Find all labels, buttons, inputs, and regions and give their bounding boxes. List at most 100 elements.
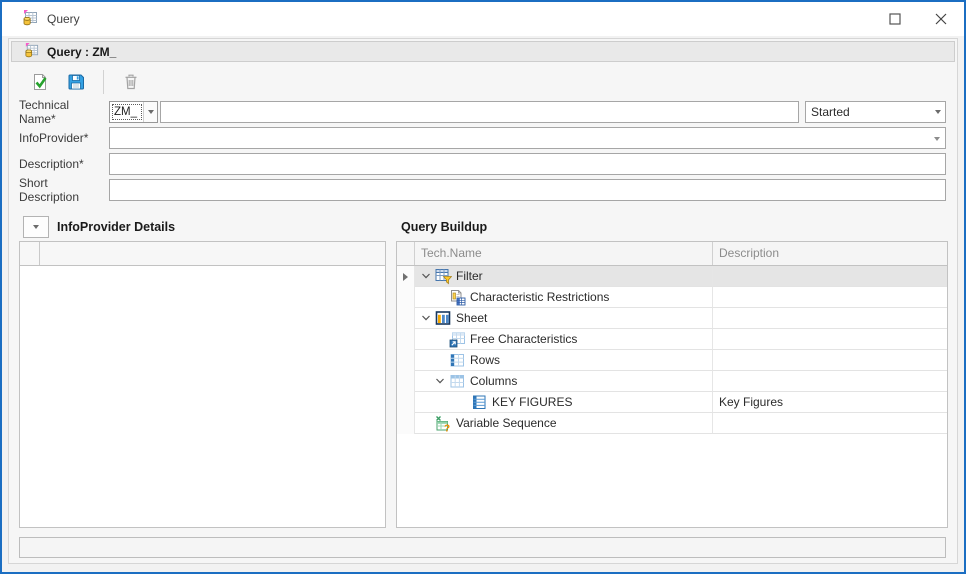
validate-check-icon bbox=[31, 73, 49, 91]
row-indicator bbox=[397, 392, 415, 413]
row-indicator-column bbox=[397, 242, 415, 265]
filter-icon bbox=[435, 268, 452, 285]
column-header-tech-name[interactable]: Tech.Name bbox=[415, 242, 713, 265]
save-button[interactable] bbox=[65, 71, 87, 93]
technical-name-combo-value: ZM_ bbox=[112, 104, 142, 120]
query-buildup-tree-body: Filter Characteristic Restrictions Sheet Fr… bbox=[397, 266, 947, 434]
short-description-row: Short Description bbox=[19, 179, 946, 201]
trash-icon bbox=[122, 73, 140, 91]
infoprovider-dropdown[interactable] bbox=[109, 127, 946, 149]
toolbar bbox=[11, 65, 955, 99]
tree-row-description bbox=[713, 350, 947, 371]
tree-row-variable-sequence[interactable]: ? Variable Sequence bbox=[397, 413, 947, 434]
technical-name-combo-dropdown[interactable] bbox=[143, 102, 157, 122]
maximize-icon bbox=[889, 13, 901, 25]
row-indicator bbox=[397, 266, 415, 287]
tree-row-description: Key Figures bbox=[713, 392, 947, 413]
tree-row-description bbox=[713, 329, 947, 350]
tree-row-sheet[interactable]: Sheet bbox=[397, 308, 947, 329]
tree-row-label: KEY FIGURES bbox=[492, 395, 572, 409]
row-indicator bbox=[397, 308, 415, 329]
infoprovider-row: InfoProvider* bbox=[19, 127, 946, 149]
row-indicator bbox=[397, 350, 415, 371]
short-description-label: Short Description bbox=[19, 176, 109, 204]
infoprovider-details-table-header bbox=[20, 242, 385, 266]
tree-row-description bbox=[713, 266, 947, 287]
description-row: Description* bbox=[19, 153, 946, 175]
row-indicator-column bbox=[20, 242, 40, 265]
chevron-down-icon bbox=[33, 225, 39, 229]
tree-row-columns[interactable]: Columns bbox=[397, 371, 947, 392]
delete-button[interactable] bbox=[120, 71, 142, 93]
short-description-input[interactable] bbox=[109, 179, 946, 201]
technical-name-label: Technical Name* bbox=[19, 98, 109, 126]
chevron-down-icon[interactable] bbox=[417, 313, 435, 323]
query-buildup-table-header: Tech.Name Description bbox=[397, 242, 947, 266]
tree-row-key-figures[interactable]: KEY FIGURES Key Figures bbox=[397, 392, 947, 413]
close-button[interactable] bbox=[918, 2, 964, 36]
query-icon bbox=[24, 43, 39, 61]
tree-row-description bbox=[713, 371, 947, 392]
technical-name-combo[interactable]: ZM_ bbox=[109, 101, 158, 123]
query-window: Query Query : ZM_ bbox=[0, 0, 966, 574]
tree-row-label: Columns bbox=[470, 374, 517, 388]
chevron-down-icon bbox=[148, 110, 154, 114]
query-buildup-title: Query Buildup bbox=[401, 220, 487, 234]
tree-row-filter[interactable]: Filter bbox=[397, 266, 947, 287]
tree-row-rows[interactable]: Rows bbox=[397, 350, 947, 371]
columns-icon bbox=[449, 373, 466, 390]
row-indicator bbox=[397, 287, 415, 308]
infoprovider-details-table[interactable] bbox=[19, 241, 386, 528]
group-header: Query : ZM_ bbox=[11, 41, 955, 62]
tree-row-label: Filter bbox=[456, 269, 483, 283]
tree-row-label: Free Characteristics bbox=[470, 332, 577, 346]
window-controls bbox=[872, 2, 964, 36]
row-indicator bbox=[397, 329, 415, 350]
tree-row-description bbox=[713, 308, 947, 329]
status-bar bbox=[19, 537, 946, 558]
sheet-icon bbox=[435, 310, 452, 327]
save-icon bbox=[67, 73, 85, 91]
chevron-down-icon[interactable] bbox=[417, 271, 435, 281]
infoprovider-label: InfoProvider* bbox=[19, 131, 109, 145]
status-dropdown[interactable]: Started bbox=[805, 101, 946, 123]
technical-name-input[interactable] bbox=[160, 101, 799, 123]
group-header-title: Query : ZM_ bbox=[47, 45, 116, 59]
tree-row-label: Characteristic Restrictions bbox=[470, 290, 609, 304]
row-indicator bbox=[397, 371, 415, 392]
focused-row-arrow-icon bbox=[403, 273, 408, 281]
tree-row-label: Sheet bbox=[456, 311, 487, 325]
tree-row-characteristic-restrictions[interactable]: Characteristic Restrictions bbox=[397, 287, 947, 308]
tree-row-free-characteristics[interactable]: Free Characteristics bbox=[397, 329, 947, 350]
infoprovider-details-title: InfoProvider Details bbox=[57, 220, 175, 234]
tree-row-description bbox=[713, 287, 947, 308]
technical-name-row: Technical Name* ZM_ Started bbox=[19, 101, 946, 123]
infoprovider-details-header: InfoProvider Details bbox=[23, 215, 175, 239]
chevron-down-icon bbox=[934, 137, 940, 141]
description-input[interactable] bbox=[109, 153, 946, 175]
svg-text:?: ? bbox=[444, 423, 450, 432]
status-dropdown-value: Started bbox=[806, 105, 931, 119]
window-title: Query bbox=[47, 12, 80, 26]
chevron-down-icon[interactable] bbox=[431, 376, 449, 386]
main-panel: Query : ZM_ bbox=[8, 38, 958, 564]
titlebar: Query bbox=[2, 2, 964, 36]
column-header-description[interactable]: Description bbox=[713, 242, 947, 265]
query-icon bbox=[22, 10, 38, 29]
status-dropdown-button[interactable] bbox=[931, 110, 945, 114]
query-buildup-table: Tech.Name Description Filter Characterist… bbox=[396, 241, 948, 528]
tree-row-label: Rows bbox=[470, 353, 500, 367]
maximize-button[interactable] bbox=[872, 2, 918, 36]
tree-row-label: Variable Sequence bbox=[456, 416, 557, 430]
key-figures-icon bbox=[471, 394, 488, 411]
close-icon bbox=[935, 13, 947, 25]
free-characteristics-icon bbox=[449, 331, 466, 348]
rows-icon bbox=[449, 352, 466, 369]
tree-row-description bbox=[713, 413, 947, 434]
chevron-down-icon bbox=[935, 110, 941, 114]
toolbar-separator bbox=[103, 70, 104, 94]
row-indicator bbox=[397, 413, 415, 434]
variable-sequence-icon: ? bbox=[435, 415, 452, 432]
validate-button[interactable] bbox=[29, 71, 51, 93]
infoprovider-details-dropdown-button[interactable] bbox=[23, 216, 49, 238]
